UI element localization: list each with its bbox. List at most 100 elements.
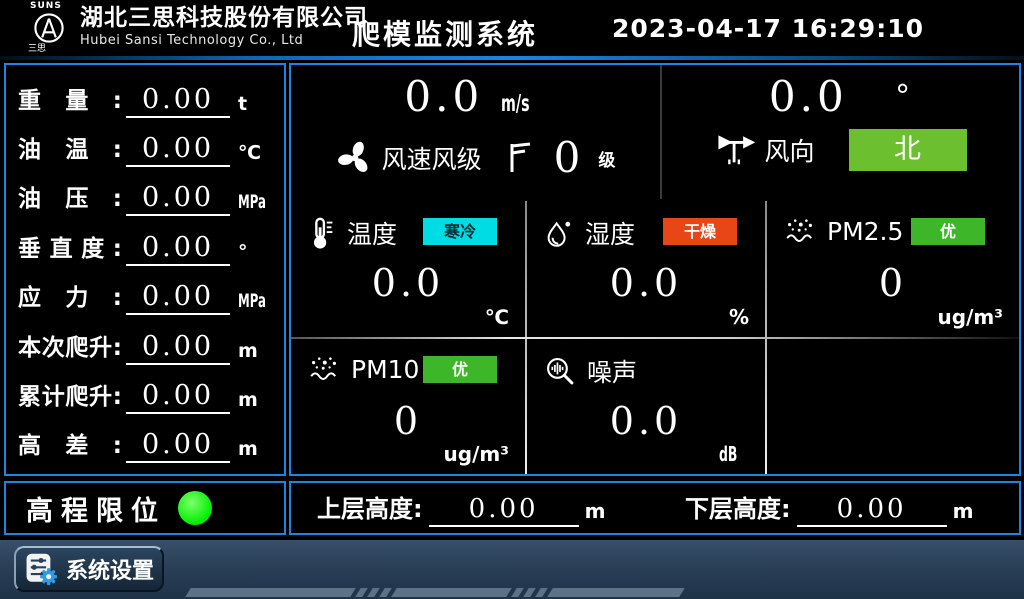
wind-direction-info-line: 风向 北 (664, 129, 1019, 171)
upper-height-group: 上层高度: 0.00 m (317, 489, 625, 527)
sensor-value: 0.0 (527, 261, 765, 305)
measure-unit: m (238, 341, 274, 365)
system-settings-button[interactable]: 系统设置 (14, 546, 164, 592)
measure-row-current-climb: 本次爬升: 0.00 m (18, 321, 274, 365)
pm10-status-badge: 优 (423, 356, 497, 383)
sensor-cell-humidity: 湿度 干燥 0.0 % (527, 201, 765, 337)
sensor-grid: 温度 寒冷 0.0 ℃ 湿度 干 (291, 201, 1019, 474)
measure-value: 0.00 (126, 331, 230, 365)
measure-value: 0.00 (126, 281, 230, 315)
measure-label: 油温: (18, 135, 122, 167)
measure-unit: MPa (238, 291, 274, 315)
sensor-unit: ℃ (485, 305, 509, 329)
datetime-display: 2023-04-17 16:29:10 (612, 14, 924, 43)
measure-row-total-climb: 累计爬升: 0.00 m (18, 370, 274, 414)
measure-label: 垂直度: (18, 234, 122, 266)
measure-value: 0.00 (126, 133, 230, 167)
sensor-cell-noise: 噪声 0.0 dB (527, 339, 765, 474)
climbing-formwork-monitor-screen: SUNS 三思 湖北三思科技股份有限公司 Hubei Sansi Technol… (0, 0, 1024, 599)
sensor-name: PM2.5 (827, 217, 903, 246)
measure-value: 0.00 (126, 84, 230, 118)
sensor-name: 温度 (347, 215, 397, 251)
sensor-cell-temperature: 温度 寒冷 0.0 ℃ (291, 201, 525, 337)
sensor-cell-pm25: PM2.5 优 0 ug/m³ (767, 201, 1019, 337)
measure-unit: m (238, 439, 274, 463)
measure-unit: ° (238, 242, 274, 266)
wind-vane-icon (716, 131, 756, 169)
measure-label: 本次爬升: (18, 333, 122, 365)
thermometer-icon (307, 216, 337, 250)
measure-row-oil-pressure: 油压: 0.00 MPa (18, 172, 274, 216)
measure-unit: ℃ (238, 143, 274, 167)
sensor-name: PM10 (351, 355, 419, 384)
settings-gear-icon (24, 551, 58, 587)
sensor-cell-pm10: PM10 优 0 ug/m³ (291, 339, 525, 474)
wind-speed-value: 0.0 (404, 72, 483, 121)
settings-button-label: 系统设置 (66, 553, 154, 585)
sensor-unit: % (729, 305, 749, 329)
elevation-limit-label: 高程限位 (6, 489, 166, 528)
sansi-logo-icon (32, 11, 66, 45)
fan-icon (336, 139, 374, 177)
wind-speed-info-line: 风速风级 0 级 (291, 136, 660, 180)
water-drop-icon (543, 216, 575, 250)
measure-label: 累计爬升: (18, 382, 122, 414)
wind-direction-badge: 北 (849, 129, 967, 171)
company-name: 湖北三思科技股份有限公司 Hubei Sansi Technology Co.,… (80, 5, 368, 49)
wind-direction-label: 风向 (764, 132, 814, 168)
particles-icon (783, 215, 817, 247)
logo-brand-text: 三思 (22, 45, 76, 54)
sensor-value: 0.0 (291, 261, 525, 305)
sensor-name: 噪声 (587, 353, 637, 389)
upper-height-unit: m (585, 499, 606, 527)
company-name-en: Hubei Sansi Technology Co., Ltd (80, 32, 368, 49)
lower-height-label: 下层高度: (685, 489, 791, 527)
sensor-cell-empty (767, 339, 1019, 474)
measure-label: 高差: (18, 431, 122, 463)
sensor-unit: dB (719, 442, 749, 466)
wind-direction-section: 0.0 ° 风向 北 (664, 65, 1019, 199)
measurements-panel: 重量: 0.00 t 油温: 0.00 ℃ 油压: 0.00 MPa 垂直度: … (4, 63, 286, 476)
sensor-value: 0 (767, 261, 1019, 305)
header: SUNS 三思 湖北三思科技股份有限公司 Hubei Sansi Technol… (0, 0, 1024, 56)
logo-suns-text: SUNS (22, 1, 76, 11)
wind-speed-label: 风速风级 (382, 140, 482, 176)
measure-value: 0.00 (126, 232, 230, 266)
measure-label: 应力: (18, 283, 122, 315)
measure-unit: MPa (238, 192, 274, 216)
environment-panel: 0.0 m/s 风速风级 (289, 63, 1021, 476)
noise-meter-icon (543, 354, 577, 388)
measure-value: 0.00 (126, 429, 230, 463)
elevation-limit-indicator (178, 491, 212, 525)
particles-icon (307, 353, 341, 385)
measure-row-height-diff: 高差: 0.00 m (18, 419, 274, 463)
layer-heights-panel: 上层高度: 0.00 m 下层高度: 0.00 m (289, 481, 1021, 535)
lower-height-unit: m (953, 499, 974, 527)
elevation-limit-panel: 高程限位 (4, 481, 286, 535)
taskbar: 系统设置 (0, 540, 1024, 599)
measure-row-verticality: 垂直度: 0.00 ° (18, 222, 274, 266)
wind-level-unit: 级 (598, 146, 615, 171)
measure-value: 0.00 (126, 182, 230, 216)
wind-level-flag-icon (506, 140, 532, 176)
humidity-status-badge: 干燥 (663, 218, 737, 245)
company-logo: SUNS 三思 (22, 1, 76, 54)
upper-height-value: 0.00 (429, 494, 579, 527)
wind-level-value: 0 (554, 136, 581, 180)
sensor-value: 0 (291, 399, 525, 443)
wind-speed-value-line: 0.0 m/s (291, 71, 660, 130)
wind-speed-section: 0.0 m/s 风速风级 (291, 65, 662, 199)
temperature-status-badge: 寒冷 (423, 218, 497, 245)
sensor-value: 0.0 (527, 399, 765, 443)
wind-direction-value-line: 0.0 ° (664, 71, 1019, 123)
sensor-name: 湿度 (585, 215, 635, 251)
measure-unit: m (238, 390, 274, 414)
measure-unit: t (238, 94, 274, 118)
upper-height-label: 上层高度: (317, 489, 423, 527)
measure-row-oil-temp: 油温: 0.00 ℃ (18, 123, 274, 167)
lower-height-group: 下层高度: 0.00 m (685, 489, 993, 527)
wind-speed-unit: m/s (501, 91, 547, 117)
wind-direction-unit: ° (895, 79, 914, 114)
measure-row-stress: 应力: 0.00 MPa (18, 271, 274, 315)
measure-value: 0.00 (126, 380, 230, 414)
